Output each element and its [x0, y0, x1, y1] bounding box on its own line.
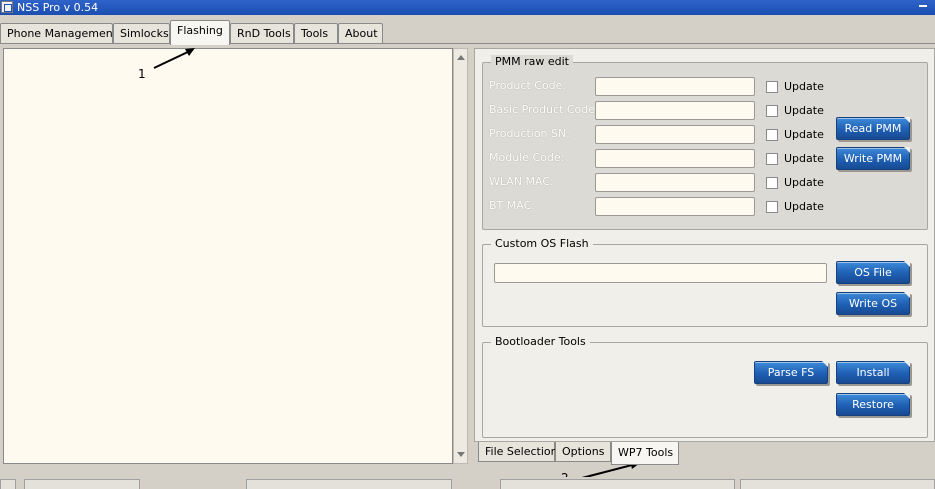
os-file-path-field[interactable] — [494, 263, 827, 283]
window-title: NSS Pro v 0.54 — [17, 1, 99, 14]
tab-about[interactable]: About — [338, 23, 383, 44]
tab-flashing[interactable]: Flashing — [170, 20, 230, 45]
status-segment — [0, 479, 16, 489]
bt-mac-field[interactable] — [595, 197, 755, 216]
write-os-button[interactable]: Write OS — [836, 292, 910, 315]
wlan-mac-field[interactable] — [595, 173, 755, 192]
production-sn-field[interactable] — [595, 125, 755, 144]
restore-button[interactable]: Restore — [836, 393, 910, 416]
production-sn-update-checkbox[interactable] — [766, 129, 778, 141]
bt-mac-update-checkbox[interactable] — [766, 201, 778, 213]
pmm-legend: PMM raw edit — [491, 55, 573, 68]
pmm-raw-edit-group: PMM raw edit Product Code: Update Basic … — [482, 55, 928, 230]
status-segment — [740, 479, 935, 489]
production-sn-label: Production SN: — [489, 127, 570, 140]
flashing-tools-panel: PMM raw edit Product Code: Update Basic … — [474, 48, 935, 442]
module-code-update-label: Update — [784, 152, 824, 165]
bt-mac-label: BT MAC: — [489, 199, 535, 212]
tab-rnd-tools[interactable]: RnD Tools — [230, 23, 294, 44]
module-code-field[interactable] — [595, 149, 755, 168]
basic-product-code-field[interactable] — [595, 101, 755, 120]
parse-fs-button[interactable]: Parse FS — [754, 361, 828, 384]
basic-product-code-update-checkbox[interactable] — [766, 105, 778, 117]
status-bar — [0, 477, 935, 489]
tab-divider — [0, 43, 935, 44]
bootloader-tools-group: Bootloader Tools Parse FS Install Restor… — [482, 335, 928, 438]
main-tab-strip: Phone Management Simlocks Flashing RnD T… — [0, 20, 935, 45]
basic-product-code-label: Basic Product Code: — [489, 103, 599, 116]
status-segment — [246, 479, 452, 489]
os-file-button[interactable]: OS File — [836, 261, 910, 284]
scroll-up-icon[interactable] — [457, 55, 465, 60]
custom-os-flash-group: Custom OS Flash OS File Write OS — [482, 237, 928, 327]
product-code-update-checkbox[interactable] — [766, 81, 778, 93]
tab-wp7-tools[interactable]: WP7 Tools — [611, 442, 679, 465]
product-code-field[interactable] — [595, 77, 755, 96]
log-output[interactable] — [3, 48, 453, 464]
title-bar: NSS Pro v 0.54 — [0, 0, 935, 15]
tab-tools[interactable]: Tools — [294, 23, 338, 44]
tab-simlocks[interactable]: Simlocks — [113, 23, 170, 44]
tab-file-selection[interactable]: File Selection — [478, 442, 558, 462]
log-scrollbar[interactable] — [453, 48, 468, 464]
module-code-update-checkbox[interactable] — [766, 153, 778, 165]
app-icon[interactable] — [1, 1, 13, 13]
wlan-mac-update-label: Update — [784, 176, 824, 189]
basic-product-code-update-label: Update — [784, 104, 824, 117]
read-pmm-button[interactable]: Read PMM — [836, 117, 910, 140]
production-sn-update-label: Update — [784, 128, 824, 141]
scroll-down-icon[interactable] — [457, 452, 465, 457]
os-flash-legend: Custom OS Flash — [491, 237, 593, 250]
module-code-label: Module Code: — [489, 151, 565, 164]
install-button[interactable]: Install — [836, 361, 910, 384]
product-code-update-label: Update — [784, 80, 824, 93]
product-code-label: Product Code: — [489, 79, 567, 92]
status-segment — [500, 479, 735, 489]
status-segment — [24, 479, 140, 489]
wlan-mac-label: WLAN MAC: — [489, 175, 554, 188]
bootloader-legend: Bootloader Tools — [491, 335, 590, 348]
bt-mac-update-label: Update — [784, 200, 824, 213]
write-pmm-button[interactable]: Write PMM — [836, 147, 910, 170]
annotation-marker-1: 1 — [138, 67, 146, 81]
wlan-mac-update-checkbox[interactable] — [766, 177, 778, 189]
tab-phone-management[interactable]: Phone Management — [0, 23, 117, 44]
minimize-icon[interactable] — [919, 5, 927, 7]
